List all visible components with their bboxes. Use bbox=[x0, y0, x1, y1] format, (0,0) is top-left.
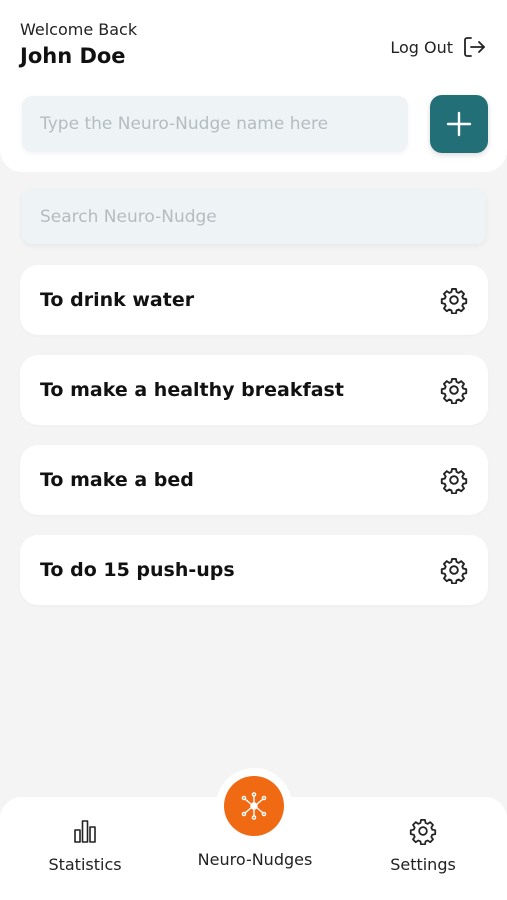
logout-label: Log Out bbox=[390, 37, 453, 57]
nav-neuro-nudges[interactable]: Neuro-Nudges bbox=[185, 850, 325, 869]
logout-button[interactable]: Log Out bbox=[390, 34, 487, 60]
welcome-text: Welcome Back bbox=[20, 20, 138, 39]
nav-neuro-nudges-label: Neuro-Nudges bbox=[197, 850, 313, 869]
nudge-item-make-bed[interactable]: To make a bed bbox=[20, 445, 488, 515]
nudge-title: To do 15 push-ups bbox=[40, 559, 235, 581]
nav-statistics-label: Statistics bbox=[48, 855, 122, 874]
nudge-settings-button[interactable] bbox=[440, 286, 468, 314]
bar-chart-icon bbox=[74, 820, 96, 843]
gear-icon bbox=[440, 557, 468, 584]
nudge-item-healthy-breakfast[interactable]: To make a healthy breakfast bbox=[20, 355, 488, 425]
nudge-name-input[interactable] bbox=[22, 96, 408, 152]
nudge-title: To make a healthy breakfast bbox=[40, 379, 344, 401]
gear-icon bbox=[440, 377, 468, 404]
neuro-nudges-button-circle bbox=[224, 776, 284, 836]
search-input[interactable] bbox=[22, 189, 486, 244]
header-panel: Welcome Back John Doe Log Out bbox=[0, 0, 507, 172]
nudge-list: To drink water To make a healthy breakfa… bbox=[20, 265, 488, 625]
nudge-settings-button[interactable] bbox=[440, 376, 468, 404]
nudge-item-drink-water[interactable]: To drink water bbox=[20, 265, 488, 335]
nav-settings-label: Settings bbox=[390, 855, 456, 874]
gear-icon bbox=[440, 287, 468, 314]
neuron-icon bbox=[241, 792, 267, 820]
nudge-title: To drink water bbox=[40, 289, 195, 311]
user-name: John Doe bbox=[20, 44, 126, 68]
nudge-settings-button[interactable] bbox=[440, 466, 468, 494]
nav-statistics[interactable]: Statistics bbox=[48, 817, 122, 874]
nudge-item-push-ups[interactable]: To do 15 push-ups bbox=[20, 535, 488, 605]
nudge-settings-button[interactable] bbox=[440, 556, 468, 584]
app-screen: Welcome Back John Doe Log Out To drink w… bbox=[0, 0, 507, 900]
neuro-nudges-center-button[interactable] bbox=[216, 768, 292, 844]
nav-settings[interactable]: Settings bbox=[388, 817, 458, 874]
add-nudge-button[interactable] bbox=[430, 95, 488, 153]
gear-icon bbox=[440, 467, 468, 494]
plus-icon bbox=[446, 111, 472, 137]
gear-icon bbox=[409, 819, 437, 845]
logout-icon bbox=[464, 37, 485, 57]
nudge-title: To make a bed bbox=[40, 469, 194, 491]
